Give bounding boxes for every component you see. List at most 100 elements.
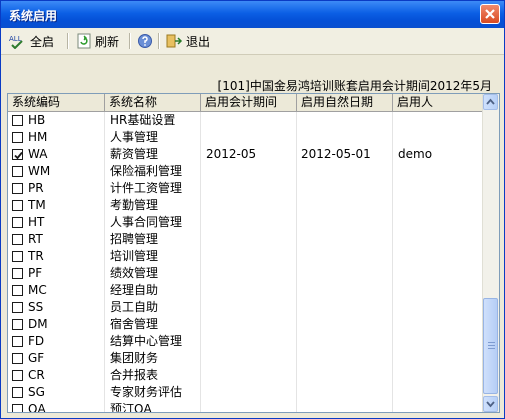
enable-checkbox[interactable] xyxy=(12,183,23,194)
grip-line xyxy=(488,345,495,346)
system-enable-window: 系统启用 ALL 全启 刷新 退出 [101]中国金易鸿培训账套启用会计期间20… xyxy=(0,0,505,419)
table-row[interactable]: HT 人事合同管理 xyxy=(8,214,483,231)
help-icon xyxy=(138,34,152,48)
system-name-cell: 人事管理 xyxy=(110,130,159,144)
table-row[interactable]: PF 绩效管理 xyxy=(8,265,483,282)
grid-header: 系统编码 系统名称 启用会计期间 启用自然日期 启用人 xyxy=(8,94,483,112)
table-row[interactable]: HM 人事管理 xyxy=(8,129,483,146)
enable-checkbox[interactable] xyxy=(12,115,23,126)
grid-rows: HB HR基础设置 HM 人事管理 WA 薪资管理 2012-05 2012-05-01 dem… xyxy=(8,112,483,413)
svg-text:ALL: ALL xyxy=(9,35,22,43)
enable-checkbox[interactable] xyxy=(12,268,23,279)
system-name-cell: 经理自助 xyxy=(110,283,159,297)
enable-period-cell: 2012-05 xyxy=(206,147,257,161)
column-header-user[interactable]: 启用人 xyxy=(393,94,483,111)
table-row[interactable]: SS 员工自助 xyxy=(8,299,483,316)
enable-checkbox[interactable] xyxy=(12,285,23,296)
enable-checkbox[interactable] xyxy=(12,217,23,228)
table-row[interactable]: TR 培训管理 xyxy=(8,248,483,265)
column-header-period[interactable]: 启用会计期间 xyxy=(201,94,297,111)
enable-checkbox[interactable] xyxy=(12,132,23,143)
system-name-cell: 招聘管理 xyxy=(110,232,159,246)
system-name-cell: 薪资管理 xyxy=(110,147,159,161)
system-name-cell: 集团财务 xyxy=(110,351,159,365)
enable-checkbox[interactable] xyxy=(12,251,23,262)
enable-checkbox[interactable] xyxy=(12,387,23,398)
system-code-cell: SS xyxy=(28,300,44,314)
enable-checkbox[interactable] xyxy=(12,302,23,313)
table-row[interactable]: WA 薪资管理 2012-05 2012-05-01 demo xyxy=(8,146,483,163)
grip-line xyxy=(488,342,495,343)
table-row[interactable]: SG 专家财务评估 xyxy=(8,384,483,401)
enable-checkbox[interactable] xyxy=(12,200,23,211)
system-grid: 系统编码 系统名称 启用会计期间 启用自然日期 启用人 HB HR基础设置 HM 人事… xyxy=(7,93,500,413)
title-bar[interactable]: 系统启用 xyxy=(1,1,504,28)
table-row[interactable]: DM 宿舍管理 xyxy=(8,316,483,333)
enabled-by-cell: demo xyxy=(398,147,433,161)
enable-checkbox[interactable] xyxy=(12,404,23,412)
column-header-name[interactable]: 系统名称 xyxy=(105,94,201,111)
toolbar: ALL 全启 刷新 退出 xyxy=(1,28,504,55)
toolbar-separator xyxy=(129,33,131,49)
enable-date-cell: 2012-05-01 xyxy=(301,147,371,161)
system-name-cell: HR基础设置 xyxy=(110,113,176,127)
system-code-cell: HB xyxy=(28,113,46,127)
help-button[interactable] xyxy=(137,32,153,50)
system-name-cell: 结算中心管理 xyxy=(110,334,183,348)
table-row[interactable]: HB HR基础设置 xyxy=(8,112,483,129)
system-code-cell: GF xyxy=(28,351,45,365)
system-code-cell: SG xyxy=(28,385,45,399)
system-name-cell: 专家财务评估 xyxy=(110,385,183,399)
refresh-icon xyxy=(77,33,91,49)
table-row[interactable]: PR 计件工资管理 xyxy=(8,180,483,197)
table-row[interactable]: TM 考勤管理 xyxy=(8,197,483,214)
system-name-cell: 合并报表 xyxy=(110,368,159,382)
close-button[interactable] xyxy=(480,4,500,24)
scroll-thumb[interactable] xyxy=(483,298,498,394)
enable-checkbox[interactable] xyxy=(12,234,23,245)
vertical-scrollbar[interactable] xyxy=(482,94,499,412)
refresh-button[interactable]: 刷新 xyxy=(76,32,119,50)
table-row[interactable]: FD 结算中心管理 xyxy=(8,333,483,350)
enable-checkbox[interactable] xyxy=(12,353,23,364)
column-header-code[interactable]: 系统编码 xyxy=(8,94,105,111)
system-code-cell: PR xyxy=(28,181,44,195)
select-all-button[interactable]: ALL 全启 xyxy=(9,32,54,50)
table-row[interactable]: CR 合并报表 xyxy=(8,367,483,384)
scroll-down-button[interactable] xyxy=(483,396,498,412)
system-code-cell: CR xyxy=(28,368,45,382)
system-code-cell: PF xyxy=(28,266,43,280)
system-name-cell: 绩效管理 xyxy=(110,266,159,280)
system-code-cell: HM xyxy=(28,130,48,144)
system-code-cell: QA xyxy=(28,402,46,413)
toolbar-separator xyxy=(158,33,160,49)
table-row[interactable]: RT 招聘管理 xyxy=(8,231,483,248)
table-row[interactable]: QA 预汀QA xyxy=(8,401,483,413)
system-code-cell: RT xyxy=(28,232,43,246)
system-code-cell: MC xyxy=(28,283,47,297)
system-name-cell: 培训管理 xyxy=(110,249,159,263)
checkmark-icon xyxy=(14,151,23,160)
table-row[interactable]: GF 集团财务 xyxy=(8,350,483,367)
enable-checkbox[interactable] xyxy=(12,319,23,330)
enable-checkbox[interactable] xyxy=(12,149,23,160)
column-header-date[interactable]: 启用自然日期 xyxy=(297,94,393,111)
system-name-cell: 预汀QA xyxy=(110,402,152,413)
system-name-cell: 员工自助 xyxy=(110,300,159,314)
exit-button[interactable]: 退出 xyxy=(165,32,210,50)
table-row[interactable]: WM 保险福利管理 xyxy=(8,163,483,180)
scroll-up-button[interactable] xyxy=(483,94,498,110)
system-name-cell: 宿舍管理 xyxy=(110,317,159,331)
enable-checkbox[interactable] xyxy=(12,370,23,381)
chevron-up-icon xyxy=(486,98,495,105)
toolbar-separator xyxy=(67,33,69,49)
system-code-cell: DM xyxy=(28,317,48,331)
enable-checkbox[interactable] xyxy=(12,336,23,347)
table-row[interactable]: MC 经理自助 xyxy=(8,282,483,299)
grip-line xyxy=(488,348,495,349)
select-all-label: 全启 xyxy=(30,34,55,49)
system-code-cell: FD xyxy=(28,334,45,348)
chevron-down-icon xyxy=(486,401,495,408)
refresh-label: 刷新 xyxy=(95,34,120,49)
enable-checkbox[interactable] xyxy=(12,166,23,177)
